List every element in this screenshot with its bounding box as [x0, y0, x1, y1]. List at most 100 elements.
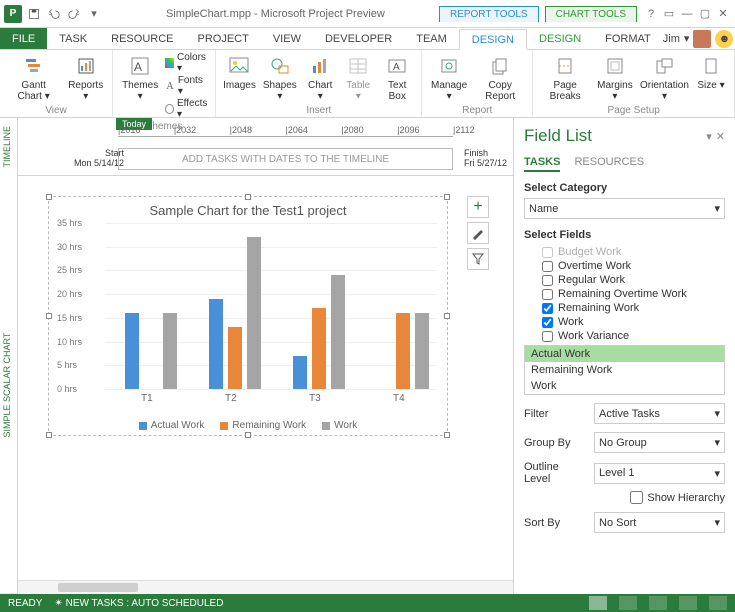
field-checkbox-row[interactable]: Regular Work — [524, 273, 725, 287]
size-button[interactable]: Size ▾ — [694, 52, 728, 93]
field-checkbox-row[interactable]: Work Variance — [524, 329, 725, 343]
pane-close-icon[interactable]: ✕ — [716, 130, 725, 143]
scrollbar-thumb[interactable] — [58, 583, 138, 592]
fieldlist-tab-tasks[interactable]: TASKS — [524, 156, 560, 172]
chart-title[interactable]: Sample Chart for the Test1 project — [49, 203, 447, 218]
undo-icon[interactable] — [46, 6, 62, 22]
vtab-chart[interactable]: SIMPLE SCALAR CHART — [0, 176, 17, 594]
reports-button[interactable]: Reports ▾ — [65, 52, 106, 104]
qat-customize-icon[interactable]: ▾ — [86, 6, 102, 22]
tab-resource[interactable]: RESOURCE — [99, 28, 185, 49]
view-shortcut-5[interactable] — [709, 596, 727, 610]
fonts-button[interactable]: AFonts ▾ — [165, 75, 209, 97]
status-newtasks[interactable]: ✴ NEW TASKS : AUTO SCHEDULED — [54, 598, 223, 609]
bar[interactable] — [228, 327, 242, 389]
chart-button[interactable]: Chart ▾ — [303, 52, 337, 104]
legend-item[interactable]: Remaining Work — [220, 420, 306, 431]
outline-select[interactable]: Level 1▾ — [594, 463, 725, 484]
tab-team[interactable]: TEAM — [404, 28, 459, 49]
tab-design-chart[interactable]: DESIGN — [527, 28, 593, 49]
feedback-smiley-icon[interactable]: ☻ — [715, 30, 733, 48]
resize-handle[interactable] — [46, 313, 52, 319]
view-shortcut-3[interactable] — [649, 596, 667, 610]
chart-plot[interactable]: T1T2T3T4 — [105, 223, 437, 389]
field-checkbox[interactable] — [542, 317, 553, 328]
bar[interactable] — [125, 313, 139, 389]
textbox-button[interactable]: AText Box — [379, 52, 415, 104]
field-checkbox-row[interactable]: Remaining Overtime Work — [524, 287, 725, 301]
bar[interactable] — [247, 237, 261, 389]
pane-options-icon[interactable]: ▾ — [706, 130, 712, 143]
resize-handle[interactable] — [444, 194, 450, 200]
fieldlist-tab-resources[interactable]: RESOURCES — [574, 156, 644, 172]
tab-design-report[interactable]: DESIGN — [459, 29, 527, 50]
category-select[interactable]: Name▾ — [524, 198, 725, 219]
tab-file[interactable]: FILE — [0, 28, 47, 49]
resize-handle[interactable] — [46, 194, 52, 200]
tab-format[interactable]: FORMAT — [593, 28, 663, 49]
tab-view[interactable]: VIEW — [261, 28, 313, 49]
field-checkbox-row[interactable]: Work — [524, 315, 725, 329]
manage-button[interactable]: Manage ▾ — [428, 52, 470, 104]
resize-handle[interactable] — [444, 313, 450, 319]
sortby-select[interactable]: No Sort▾ — [594, 512, 725, 533]
ribbon-options-icon[interactable]: ▭ — [661, 6, 677, 22]
groupby-select[interactable]: No Group▾ — [594, 432, 725, 453]
field-checkbox-row[interactable]: Budget Work — [524, 245, 725, 259]
margins-button[interactable]: Margins ▾ — [595, 52, 635, 104]
view-shortcut-2[interactable] — [619, 596, 637, 610]
themes-button[interactable]: AThemes ▾ — [119, 52, 161, 104]
tab-developer[interactable]: DEVELOPER — [313, 28, 404, 49]
shapes-button[interactable]: Shapes ▾ — [260, 52, 299, 104]
help-icon[interactable]: ? — [643, 6, 659, 22]
effects-button[interactable]: Effects ▾ — [165, 98, 209, 120]
images-button[interactable]: Images — [222, 52, 256, 93]
chart-styles-button[interactable] — [467, 222, 489, 244]
listbox-item[interactable]: Actual Work — [525, 346, 724, 362]
tab-task[interactable]: TASK — [47, 28, 99, 49]
gantt-chart-button[interactable]: Gantt Chart ▾ — [6, 52, 61, 104]
page-breaks-button[interactable]: Page Breaks — [539, 52, 591, 104]
user-avatar-icon[interactable] — [693, 30, 711, 48]
bar[interactable] — [396, 313, 410, 389]
field-checkbox[interactable] — [542, 289, 553, 300]
close-icon[interactable]: ✕ — [715, 6, 731, 22]
field-checkbox[interactable] — [542, 275, 553, 286]
timeline-drop-area[interactable]: ADD TASKS WITH DATES TO THE TIMELINE — [118, 148, 453, 170]
chart-filter-button[interactable] — [467, 248, 489, 270]
bar[interactable] — [331, 275, 345, 389]
bar[interactable] — [312, 308, 326, 389]
field-checkbox[interactable] — [542, 303, 553, 314]
field-checkbox[interactable] — [542, 247, 553, 258]
bar[interactable] — [209, 299, 223, 389]
field-checkbox-row[interactable]: Overtime Work — [524, 259, 725, 273]
vtab-timeline[interactable]: TIMELINE — [0, 118, 17, 176]
field-checkbox[interactable] — [542, 261, 553, 272]
resize-handle[interactable] — [444, 432, 450, 438]
resize-handle[interactable] — [245, 432, 251, 438]
field-checkbox[interactable] — [542, 331, 553, 342]
view-shortcut-4[interactable] — [679, 596, 697, 610]
minimize-icon[interactable]: — — [679, 6, 695, 22]
legend-item[interactable]: Work — [322, 420, 357, 431]
report-canvas[interactable]: Sample Chart for the Test1 project T1T2T… — [18, 176, 513, 594]
chart-frame[interactable]: Sample Chart for the Test1 project T1T2T… — [48, 196, 448, 436]
chart-legend[interactable]: Actual Work Remaining Work Work — [49, 420, 447, 431]
table-button[interactable]: Table ▾ — [341, 52, 375, 104]
maximize-icon[interactable]: ▢ — [697, 6, 713, 22]
chart-elements-button[interactable]: + — [467, 196, 489, 218]
legend-item[interactable]: Actual Work — [139, 420, 205, 431]
redo-icon[interactable] — [66, 6, 82, 22]
filter-select[interactable]: Active Tasks▾ — [594, 403, 725, 424]
view-shortcut-1[interactable] — [589, 596, 607, 610]
bar[interactable] — [415, 313, 429, 389]
resize-handle[interactable] — [245, 194, 251, 200]
resize-handle[interactable] — [46, 432, 52, 438]
horizontal-scrollbar[interactable] — [18, 580, 513, 594]
orientation-button[interactable]: Orientation ▾ — [639, 52, 690, 104]
copy-report-button[interactable]: Copy Report — [474, 52, 526, 104]
listbox-item[interactable]: Work — [525, 378, 724, 394]
colors-button[interactable]: Colors ▾ — [165, 52, 209, 74]
listbox-item[interactable]: Remaining Work — [525, 362, 724, 378]
save-icon[interactable] — [26, 6, 42, 22]
